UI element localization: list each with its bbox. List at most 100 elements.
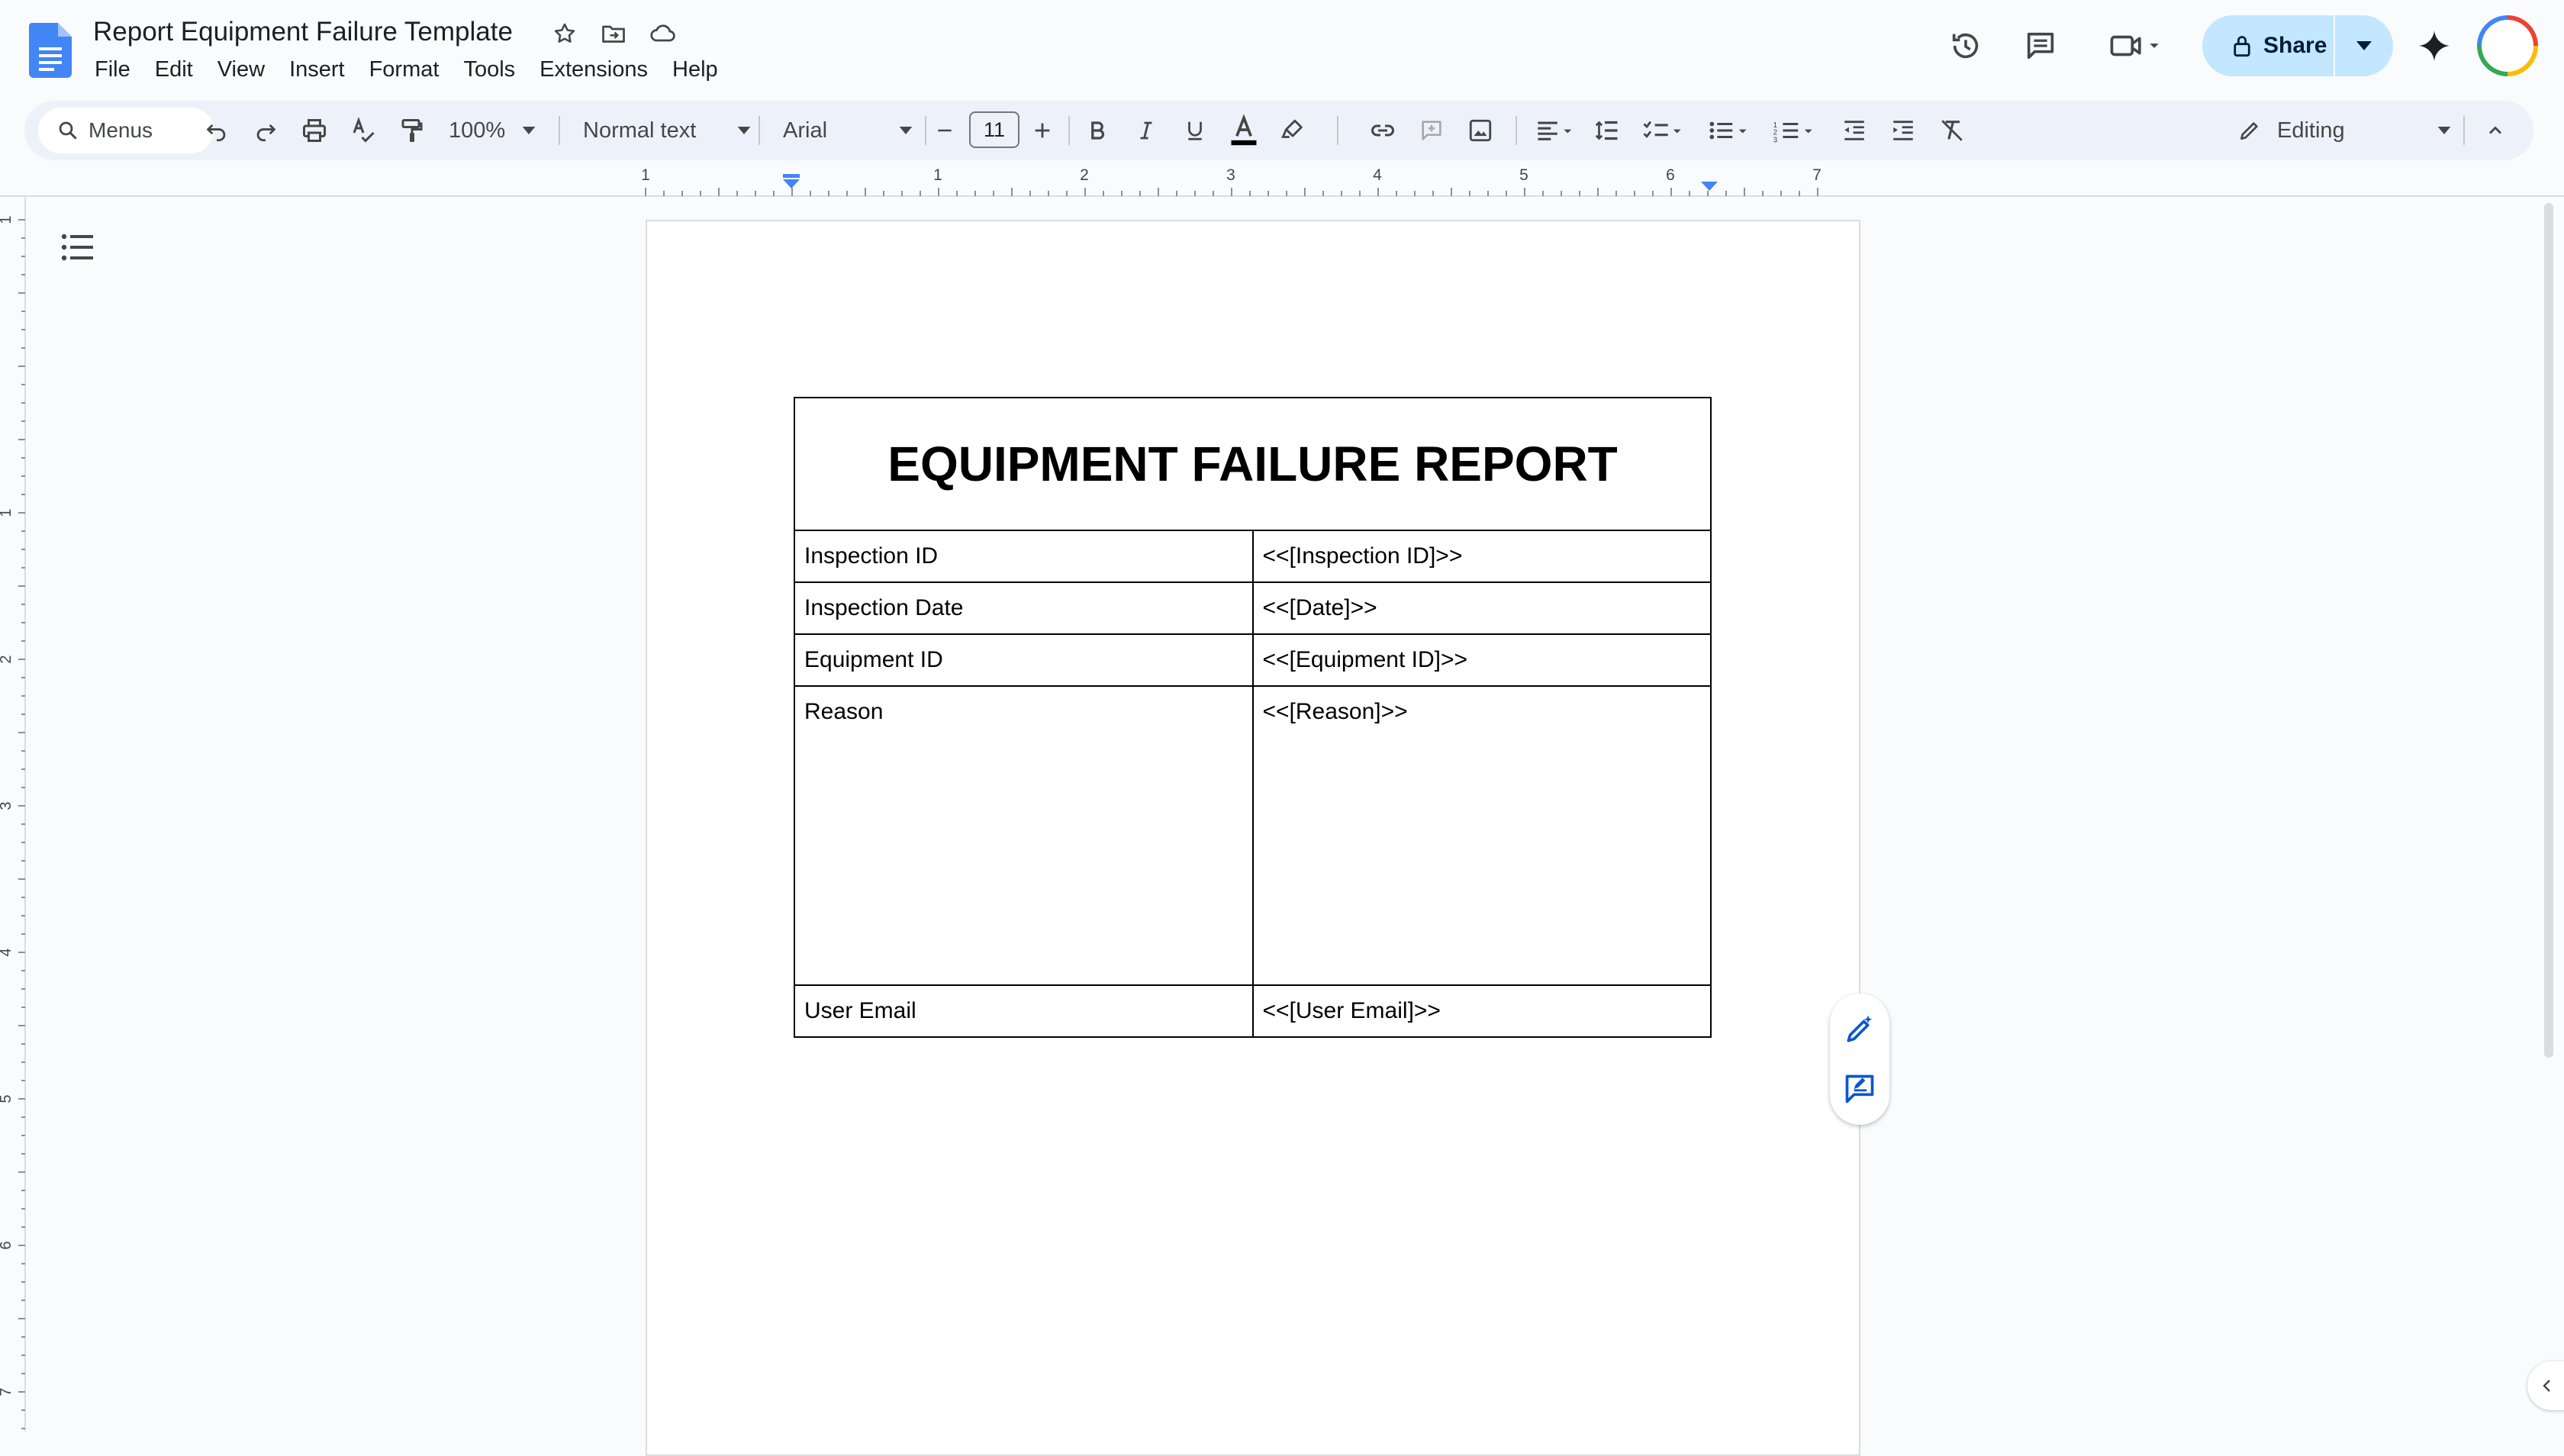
table-cell-value[interactable]: <<[Date]>>	[1251, 581, 1712, 635]
right-indent-marker[interactable]	[1701, 182, 1718, 191]
table-cell-value[interactable]: <<[Equipment ID]>>	[1251, 633, 1712, 687]
account-avatar[interactable]	[2477, 15, 2538, 76]
menu-bar: File Edit View Insert Format Tools Exten…	[82, 52, 730, 87]
help-me-write-icon[interactable]	[1841, 1010, 1879, 1049]
insert-image-icon[interactable]	[1459, 109, 1502, 152]
star-icon[interactable]	[549, 18, 580, 49]
decrease-font-size-icon[interactable]	[923, 109, 966, 152]
redo-icon[interactable]	[244, 109, 287, 152]
menus-search[interactable]: Menus	[38, 108, 214, 153]
print-icon[interactable]	[293, 109, 336, 152]
meet-camera-icon[interactable]	[2100, 21, 2173, 70]
menu-file[interactable]: File	[82, 52, 143, 87]
document-outline-icon[interactable]	[60, 230, 96, 264]
align-left-icon[interactable]	[1528, 109, 1583, 152]
paragraph-style-select[interactable]: Normal text	[583, 109, 766, 152]
search-icon	[59, 121, 77, 140]
bold-icon[interactable]	[1076, 109, 1119, 152]
clear-formatting-icon[interactable]	[1931, 109, 1973, 152]
hide-menus-chevron-up-icon[interactable]	[2474, 109, 2517, 152]
menu-tools[interactable]: Tools	[451, 52, 527, 87]
version-history-icon[interactable]	[1941, 21, 1990, 70]
menu-extensions[interactable]: Extensions	[527, 52, 660, 87]
table-cell-label[interactable]: Reason	[794, 685, 1254, 986]
editing-mode-label: Editing	[2277, 118, 2345, 143]
add-suggestion-comment-icon[interactable]	[1841, 1070, 1879, 1108]
table-cell-label[interactable]: User Email	[794, 984, 1254, 1038]
move-folder-icon[interactable]	[598, 18, 629, 49]
report-title[interactable]: EQUIPMENT FAILURE REPORT	[794, 397, 1712, 531]
toolbar-separator	[1068, 116, 1070, 145]
document-title[interactable]: Report Equipment Failure Template	[93, 14, 513, 50]
left-indent-marker[interactable]	[783, 174, 800, 188]
zoom-select[interactable]: 100%	[449, 109, 536, 152]
chevron-left-icon	[2543, 1380, 2550, 1392]
ruler-label: 7	[0, 1387, 14, 1396]
toolbar-separator	[759, 116, 760, 145]
gemini-sparkle-icon[interactable]	[2410, 21, 2459, 70]
menu-view[interactable]: View	[205, 52, 277, 87]
toolbar-separator	[2463, 116, 2465, 145]
ruler-label: 1	[0, 215, 14, 224]
ruler-label: 1	[0, 508, 14, 517]
formatting-toolbar: Menus 100% Normal text Arial 11 1 2 3 Ed…	[24, 101, 2533, 160]
table-row: Inspection ID <<[Inspection ID]>>	[794, 530, 1712, 583]
table-cell-value[interactable]: <<[User Email]>>	[1251, 984, 1712, 1038]
line-spacing-icon[interactable]	[1586, 109, 1628, 152]
numbered-list-icon[interactable]: 123	[1766, 109, 1824, 152]
table-cell-label[interactable]: Inspection Date	[794, 581, 1254, 635]
toolbar-separator	[1516, 116, 1517, 145]
caret-down-icon	[2356, 41, 2372, 50]
table-cell-label[interactable]: Inspection ID	[794, 530, 1254, 583]
table-cell-value[interactable]: <<[Inspection ID]>>	[1251, 530, 1712, 583]
italic-icon[interactable]	[1125, 109, 1168, 152]
table-cell-label[interactable]: Equipment ID	[794, 633, 1254, 687]
paint-format-icon[interactable]	[391, 109, 433, 152]
spellcheck-icon[interactable]	[342, 109, 385, 152]
vertical-scrollbar[interactable]	[2544, 203, 2553, 1058]
document-page[interactable]: EQUIPMENT FAILURE REPORT Inspection ID <…	[646, 220, 1860, 1456]
show-side-panel-button[interactable]	[2527, 1361, 2564, 1410]
ruler-label: 1	[641, 168, 650, 184]
editing-mode-select[interactable]: Editing	[2237, 109, 2466, 152]
table-cell-value[interactable]: <<[Reason]>>	[1251, 685, 1712, 986]
increase-indent-icon[interactable]	[1882, 109, 1925, 152]
ruler-label: 1	[933, 168, 942, 184]
ruler-label: 3	[1226, 168, 1235, 184]
report-table[interactable]: EQUIPMENT FAILURE REPORT Inspection ID <…	[794, 397, 1712, 1038]
decrease-indent-icon[interactable]	[1833, 109, 1876, 152]
caret-down-icon	[2437, 127, 2451, 134]
ruler-label: 4	[0, 948, 14, 956]
font-size-input[interactable]: 11	[969, 111, 1019, 148]
comments-icon[interactable]	[2016, 21, 2065, 70]
text-color-icon[interactable]	[1222, 109, 1265, 152]
increase-font-size-icon[interactable]	[1021, 109, 1064, 152]
underline-icon[interactable]	[1174, 109, 1216, 152]
title-bar: Report Equipment Failure Template File E…	[0, 0, 2564, 98]
undo-icon[interactable]	[195, 109, 238, 152]
highlight-color-icon[interactable]	[1271, 109, 1314, 152]
ruler-label: 3	[0, 801, 14, 810]
add-comment-icon[interactable]	[1410, 109, 1453, 152]
font-family-select[interactable]: Arial	[783, 109, 928, 152]
bulleted-list-icon[interactable]	[1700, 109, 1758, 152]
checklist-icon[interactable]	[1635, 109, 1693, 152]
share-dropdown-button[interactable]	[2335, 15, 2393, 76]
cloud-saved-icon[interactable]	[647, 18, 678, 49]
menu-help[interactable]: Help	[660, 52, 730, 87]
vertical-ruler[interactable]: 1 1 2 3 4 5 6 7	[0, 197, 26, 1432]
toolbar-separator	[559, 116, 560, 145]
font-family-value: Arial	[783, 118, 828, 143]
share-button[interactable]: Share	[2202, 15, 2334, 76]
docs-logo-icon[interactable]	[29, 23, 72, 78]
svg-text:3: 3	[1773, 137, 1778, 143]
table-row: EQUIPMENT FAILURE REPORT	[794, 397, 1712, 531]
toolbar-separator	[1337, 116, 1338, 145]
menu-insert[interactable]: Insert	[277, 52, 357, 87]
menu-format[interactable]: Format	[357, 52, 452, 87]
ruler-label: 5	[1519, 168, 1528, 184]
menu-edit[interactable]: Edit	[143, 52, 205, 87]
insert-link-icon[interactable]	[1361, 109, 1404, 152]
horizontal-ruler[interactable]: 1 1 2 3 4 5 6 7	[0, 168, 2564, 197]
table-row: Equipment ID <<[Equipment ID]>>	[794, 633, 1712, 687]
